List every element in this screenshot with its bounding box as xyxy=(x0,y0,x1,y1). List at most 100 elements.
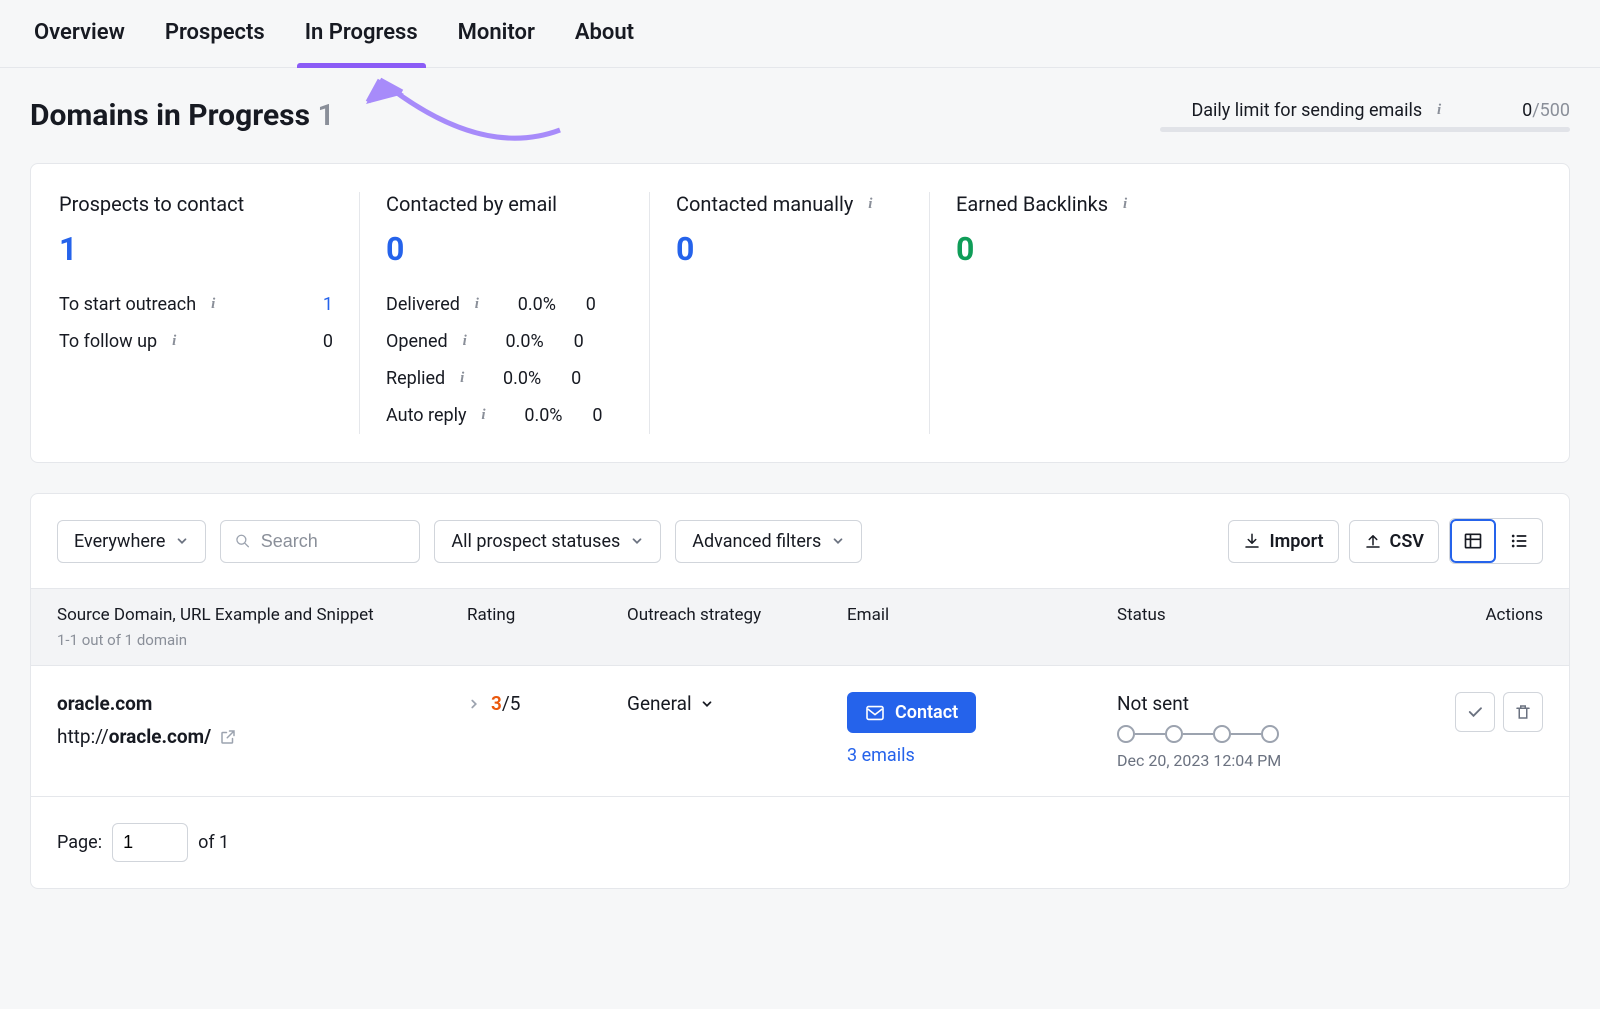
th-actions: Actions xyxy=(1347,605,1543,649)
top-tabs: Overview Prospects In Progress Monitor A… xyxy=(0,0,1600,68)
strategy-dropdown[interactable]: General xyxy=(627,692,847,715)
domain-name[interactable]: oracle.com xyxy=(57,692,467,715)
th-email: Email xyxy=(847,605,1117,649)
status-filter-dropdown[interactable]: All prospect statuses xyxy=(434,520,661,563)
stat-prospects-value[interactable]: 1 xyxy=(59,230,333,268)
download-icon xyxy=(1243,532,1261,550)
stat-prospects-title: Prospects to contact xyxy=(59,192,333,216)
chevron-right-icon xyxy=(467,697,481,711)
daily-limit-progress xyxy=(1160,127,1570,132)
table-card: Everywhere All prospect statuses Advance… xyxy=(30,493,1570,889)
opened-pct: 0.0% xyxy=(484,331,544,352)
contact-button[interactable]: Contact xyxy=(847,692,976,733)
mail-icon xyxy=(865,705,885,721)
tab-in-progress[interactable]: In Progress xyxy=(297,0,426,67)
view-list-button[interactable] xyxy=(1496,519,1542,563)
stat-contacted-email-title: Contacted by email xyxy=(386,192,623,216)
chevron-down-icon xyxy=(831,534,845,548)
page-label: Page: xyxy=(57,832,102,853)
table-view-icon xyxy=(1463,531,1483,551)
chevron-down-icon xyxy=(700,697,714,711)
list-view-icon xyxy=(1509,531,1529,551)
scope-dropdown[interactable]: Everywhere xyxy=(57,520,206,563)
th-source-sub: 1-1 out of 1 domain xyxy=(57,631,467,649)
daily-limit: Daily limit for sending emails i 0/500 xyxy=(1160,100,1570,132)
info-icon[interactable]: i xyxy=(165,333,183,351)
to-start-label: To start outreach xyxy=(59,294,196,315)
csv-export-button[interactable]: CSV xyxy=(1349,520,1439,563)
autoreply-label: Auto reply xyxy=(386,405,467,426)
tab-prospects[interactable]: Prospects xyxy=(157,0,273,67)
tab-about[interactable]: About xyxy=(567,0,642,67)
page-title-count: 1 xyxy=(317,98,334,133)
th-rating: Rating xyxy=(467,605,627,649)
to-start-value[interactable]: 1 xyxy=(307,294,333,315)
info-icon[interactable]: i xyxy=(475,407,493,425)
th-status: Status xyxy=(1117,605,1347,649)
view-toggle xyxy=(1449,518,1543,564)
mark-done-button[interactable] xyxy=(1455,692,1495,732)
delivered-pct: 0.0% xyxy=(496,294,556,315)
stat-earned-value[interactable]: 0 xyxy=(956,230,1183,268)
stat-prospects: Prospects to contact 1 To start outreach… xyxy=(59,192,359,434)
info-icon[interactable]: i xyxy=(453,370,471,388)
replied-pct: 0.0% xyxy=(481,368,541,389)
page-input[interactable] xyxy=(112,823,188,862)
page-of-label: of 1 xyxy=(198,832,229,853)
advanced-filters-dropdown[interactable]: Advanced filters xyxy=(675,520,862,563)
delete-button[interactable] xyxy=(1503,692,1543,732)
to-followup-value: 0 xyxy=(307,331,333,352)
to-followup-label: To follow up xyxy=(59,331,157,352)
delivered-label: Delivered xyxy=(386,294,460,315)
opened-label: Opened xyxy=(386,331,448,352)
table-toolbar: Everywhere All prospect statuses Advance… xyxy=(31,494,1569,588)
autoreply-pct: 0.0% xyxy=(503,405,563,426)
daily-limit-label: Daily limit for sending emails xyxy=(1191,100,1422,121)
status-text: Not sent xyxy=(1117,692,1347,715)
info-icon[interactable]: i xyxy=(1116,195,1134,213)
stat-contacted-email-value[interactable]: 0 xyxy=(386,230,623,268)
page-title: Domains in Progress 1 xyxy=(30,98,335,133)
daily-limit-max: /500 xyxy=(1532,100,1570,121)
opened-n: 0 xyxy=(554,331,584,352)
import-button[interactable]: Import xyxy=(1228,520,1338,563)
stat-contacted-manual-title: Contacted manually xyxy=(676,192,853,216)
chevron-down-icon xyxy=(175,534,189,548)
stat-contacted-manual: Contacted manually i 0 xyxy=(649,192,929,434)
info-icon[interactable]: i xyxy=(861,195,879,213)
info-icon[interactable]: i xyxy=(204,296,222,314)
th-strategy: Outreach strategy xyxy=(627,605,847,649)
search-icon xyxy=(235,532,250,550)
table-header: Source Domain, URL Example and Snippet 1… xyxy=(31,588,1569,666)
check-icon xyxy=(1466,703,1484,721)
daily-limit-current: 0 xyxy=(1522,100,1532,121)
emails-link[interactable]: 3 emails xyxy=(847,745,1117,766)
rating[interactable]: 3/5 xyxy=(467,692,627,715)
external-link-icon xyxy=(219,728,237,746)
autoreply-n: 0 xyxy=(573,405,603,426)
replied-label: Replied xyxy=(386,368,445,389)
trash-icon xyxy=(1514,703,1532,721)
status-progress xyxy=(1117,725,1347,743)
stats-card: Prospects to contact 1 To start outreach… xyxy=(30,163,1570,463)
stat-earned-title: Earned Backlinks xyxy=(956,192,1108,216)
view-table-button[interactable] xyxy=(1450,519,1496,563)
upload-icon xyxy=(1364,532,1382,550)
stat-contacted-manual-value[interactable]: 0 xyxy=(676,230,903,268)
info-icon[interactable]: i xyxy=(468,296,486,314)
chevron-down-icon xyxy=(630,534,644,548)
info-icon[interactable]: i xyxy=(1430,101,1448,119)
tab-monitor[interactable]: Monitor xyxy=(450,0,543,67)
replied-n: 0 xyxy=(551,368,581,389)
info-icon[interactable]: i xyxy=(456,333,474,351)
pagination: Page: of 1 xyxy=(31,797,1569,888)
search-input[interactable] xyxy=(261,531,406,552)
domain-url[interactable]: http://oracle.com/ xyxy=(57,725,467,748)
status-date: Dec 20, 2023 12:04 PM xyxy=(1117,751,1347,770)
stat-contacted-email: Contacted by email 0 Delivered i 0.0% 0 O… xyxy=(359,192,649,434)
tab-overview[interactable]: Overview xyxy=(26,0,133,67)
delivered-n: 0 xyxy=(566,294,596,315)
th-source: Source Domain, URL Example and Snippet xyxy=(57,605,374,625)
search-box[interactable] xyxy=(220,520,420,563)
table-row: oracle.com http://oracle.com/ 3/5 Genera… xyxy=(31,666,1569,797)
